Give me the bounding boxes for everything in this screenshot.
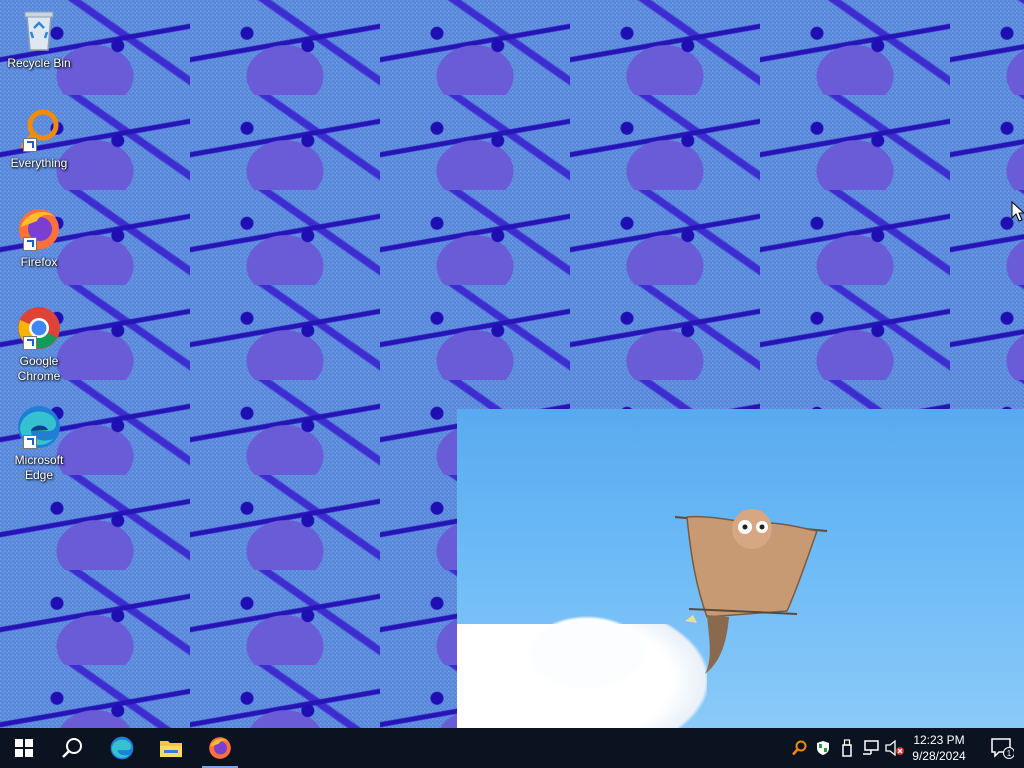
notification-icon: 1	[991, 738, 1014, 759]
desktop: Recycle Bin Everything Firefox Google Ch…	[0, 0, 1024, 728]
tray-security[interactable]	[811, 728, 835, 768]
tray-usb[interactable]	[835, 728, 859, 768]
desktop-icon-label: Microsoft Edge	[14, 453, 64, 482]
chrome-icon	[15, 304, 63, 352]
firefox-icon	[209, 737, 231, 759]
windows-logo-icon	[15, 739, 33, 757]
cloud-image	[517, 609, 657, 689]
usb-drive-icon	[842, 739, 852, 757]
taskbar-file-explorer-button[interactable]	[147, 728, 195, 768]
shortcut-arrow-icon	[23, 138, 37, 152]
mouse-cursor-icon	[1011, 201, 1024, 222]
shortcut-arrow-icon	[23, 237, 37, 251]
shortcut-arrow-icon	[23, 336, 37, 350]
start-button[interactable]	[0, 728, 48, 768]
clock-date: 9/28/2024	[912, 749, 966, 763]
clock-time: 12:23 PM	[913, 733, 965, 747]
desktop-icon-firefox[interactable]: Firefox	[4, 205, 74, 270]
tray-everything[interactable]	[787, 728, 811, 768]
shield-icon	[817, 741, 829, 755]
desktop-icon-everything[interactable]: Everything	[4, 106, 74, 171]
edge-icon	[110, 736, 134, 760]
desktop-icon-chrome[interactable]: Google Chrome	[4, 304, 74, 384]
network-icon	[863, 740, 879, 755]
taskbar: 12:23 PM 9/28/2024 1	[0, 728, 1024, 768]
search-icon	[62, 738, 82, 758]
notification-count: 1	[1007, 749, 1012, 758]
flying-squirrel-image	[674, 509, 828, 674]
everything-search-icon	[792, 740, 807, 756]
desktop-icon-recycle-bin[interactable]: Recycle Bin	[4, 6, 74, 71]
clock[interactable]: 12:23 PM 9/28/2024	[902, 728, 976, 768]
desktop-icon-label: Firefox	[20, 255, 58, 269]
desktop-icon-edge[interactable]: Microsoft Edge	[4, 403, 74, 483]
search-button[interactable]	[48, 728, 96, 768]
desktop-icon-label: Google Chrome	[17, 354, 61, 383]
desktop-icon-label: Everything	[10, 156, 68, 170]
shortcut-arrow-icon	[23, 435, 37, 449]
folder-icon	[160, 741, 182, 757]
recycle-bin-icon	[15, 6, 63, 54]
video-frame[interactable]	[457, 409, 1024, 728]
notification-center-button[interactable]: 1	[982, 728, 1022, 768]
taskbar-edge-button[interactable]	[98, 728, 146, 768]
desktop-icon-label: Recycle Bin	[7, 56, 71, 70]
taskbar-firefox-button[interactable]	[196, 728, 244, 768]
firefox-icon	[15, 205, 63, 253]
edge-icon	[15, 403, 63, 451]
tray-network[interactable]	[859, 728, 883, 768]
everything-search-icon	[15, 106, 63, 154]
